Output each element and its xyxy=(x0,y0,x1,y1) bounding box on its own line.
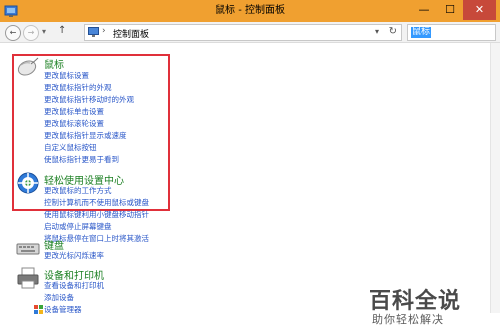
up-button[interactable]: ↑ xyxy=(58,25,66,36)
link-on-screen-keyboard[interactable]: 启动或停止屏幕键盘 xyxy=(44,221,112,232)
search-input[interactable]: 鼠标 xyxy=(407,24,496,41)
link-change-mouse-behavior[interactable]: 更改鼠标的工作方式 xyxy=(44,185,112,196)
address-field[interactable]: › 控制面板 ▾ ↻ xyxy=(84,24,402,41)
search-input-value: 鼠标 xyxy=(411,27,432,38)
breadcrumb-control-panel[interactable]: 控制面板 xyxy=(113,27,149,40)
recent-locations-button[interactable]: ▾ xyxy=(42,27,46,36)
close-button[interactable]: ✕ xyxy=(463,0,496,20)
results-pane: 鼠标 更改鼠标设置 更改鼠标指针的外观 更改鼠标指针移动时的外观 更改鼠标单击设… xyxy=(0,43,500,326)
link-add-device[interactable]: 添加设备 xyxy=(44,292,74,303)
minimize-button[interactable]: — xyxy=(411,0,437,20)
link-mouse-keys[interactable]: 使用鼠标键利用小键盘移动指针 xyxy=(44,209,149,220)
control-panel-icon xyxy=(88,27,99,37)
link-device-manager[interactable]: 设备管理器 xyxy=(44,304,82,315)
address-dropdown-button[interactable]: ▾ xyxy=(375,27,379,36)
keyboard-icon xyxy=(16,243,40,255)
refresh-button[interactable]: ↻ xyxy=(389,26,397,37)
maximize-button[interactable]: ☐ xyxy=(437,0,463,20)
link-control-without-mouse-keyboard[interactable]: 控制计算机而不使用鼠标或键盘 xyxy=(44,197,149,208)
watermark-subtitle: 助你轻松解决 xyxy=(372,313,444,326)
ease-of-access-icon xyxy=(17,172,39,194)
breadcrumb-separator: › xyxy=(102,26,106,36)
link-view-devices-printers[interactable]: 查看设备和打印机 xyxy=(44,280,104,291)
back-button[interactable]: ← xyxy=(5,25,21,41)
address-toolbar: ← → ▾ ↑ › 控制面板 ▾ ↻ 鼠标 xyxy=(0,22,500,43)
forward-button[interactable]: → xyxy=(23,25,39,41)
link-cursor-blink-rate[interactable]: 更改光标闪烁速率 xyxy=(44,250,104,261)
title-bar: 鼠标 - 控制面板 — ☐ ✕ xyxy=(0,0,500,22)
printer-icon xyxy=(17,267,39,289)
scrollbar[interactable] xyxy=(490,43,500,313)
